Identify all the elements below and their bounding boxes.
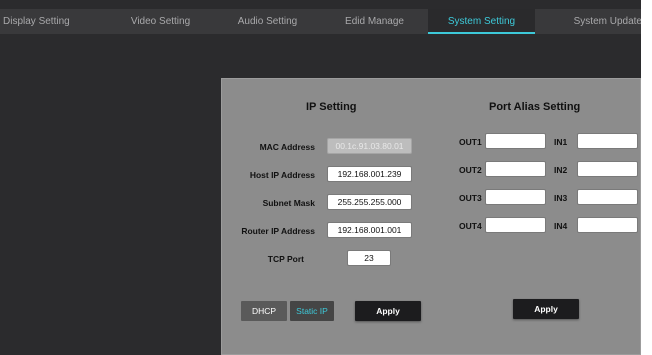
tab-edid-manage[interactable]: Edid Manage [321, 9, 428, 34]
router-ip-label: Router IP Address [241, 226, 315, 236]
host-ip-label: Host IP Address [249, 170, 315, 180]
tab-display-setting[interactable]: Display Setting [0, 9, 107, 34]
out3-label: OUT3 [459, 193, 482, 203]
out3-alias-input[interactable] [485, 189, 546, 205]
out2-alias-input[interactable] [485, 161, 546, 177]
ip-apply-button[interactable]: Apply [355, 301, 421, 321]
subnet-mask-field[interactable] [327, 194, 412, 210]
dhcp-button[interactable]: DHCP [241, 301, 287, 321]
tcp-port-label: TCP Port [267, 254, 304, 264]
tab-system-setting[interactable]: System Setting [428, 9, 535, 34]
tab-video-setting[interactable]: Video Setting [107, 9, 214, 34]
in3-alias-input[interactable] [577, 189, 638, 205]
in1-alias-input[interactable] [577, 133, 638, 149]
out1-label: OUT1 [459, 137, 482, 147]
system-setting-panel: IP Setting MAC Address Host IP Address S… [221, 78, 641, 355]
ip-setting-title: IP Setting [306, 101, 357, 113]
in3-label: IN3 [554, 193, 568, 203]
tab-system-update[interactable]: System Update [535, 9, 641, 34]
in2-label: IN2 [554, 165, 568, 175]
tab-audio-setting[interactable]: Audio Setting [214, 9, 321, 34]
in1-label: IN1 [554, 137, 568, 147]
host-ip-field[interactable] [327, 166, 412, 182]
mac-address-field [327, 138, 412, 154]
subnet-mask-label: Subnet Mask [262, 198, 315, 208]
app-window: Display Setting Video Setting Audio Sett… [0, 0, 641, 355]
port-alias-title: Port Alias Setting [489, 101, 581, 113]
tab-bar: Display Setting Video Setting Audio Sett… [0, 9, 641, 34]
mac-address-label: MAC Address [259, 142, 315, 152]
in4-label: IN4 [554, 221, 568, 231]
router-ip-field[interactable] [327, 222, 412, 238]
static-ip-button[interactable]: Static IP [290, 301, 334, 321]
out2-label: OUT2 [459, 165, 482, 175]
tcp-port-field[interactable] [347, 250, 391, 266]
out4-alias-input[interactable] [485, 217, 546, 233]
in4-alias-input[interactable] [577, 217, 638, 233]
out4-label: OUT4 [459, 221, 482, 231]
in2-alias-input[interactable] [577, 161, 638, 177]
out1-alias-input[interactable] [485, 133, 546, 149]
port-alias-apply-button[interactable]: Apply [513, 299, 579, 319]
